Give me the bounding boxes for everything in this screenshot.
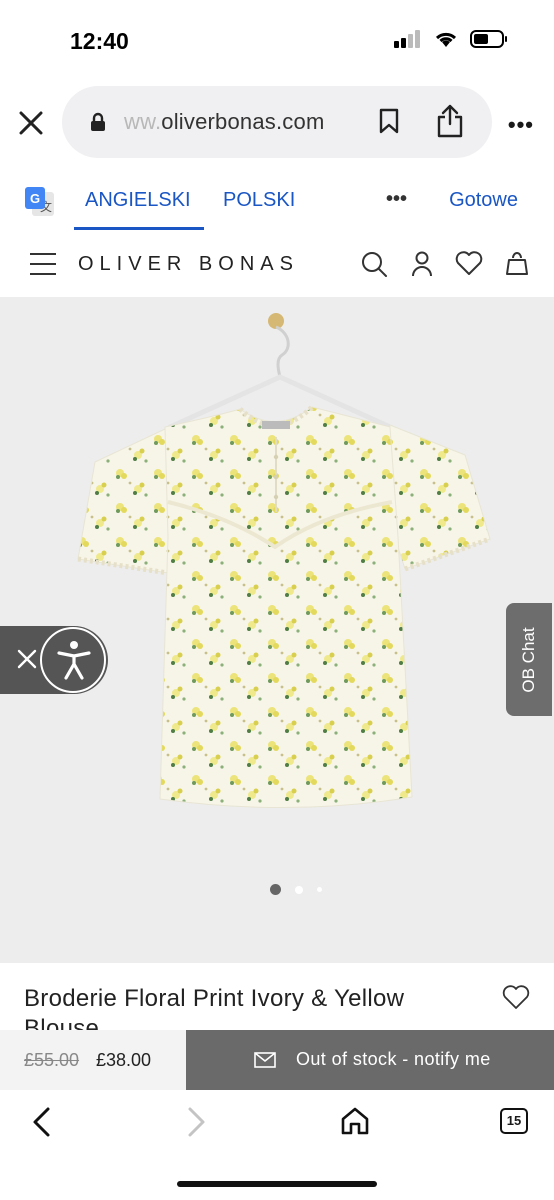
notify-me-label: Out of stock - notify me bbox=[296, 1049, 491, 1069]
account-icon[interactable] bbox=[410, 250, 434, 278]
url-domain: oliverbonas.com bbox=[161, 109, 325, 134]
tab-target-language[interactable]: POLSKI bbox=[223, 189, 295, 212]
translate-done-button[interactable]: Gotowe bbox=[449, 189, 518, 212]
chat-label: OB Chat bbox=[519, 626, 538, 693]
carousel-dot-active[interactable] bbox=[270, 884, 281, 895]
back-icon[interactable] bbox=[30, 1106, 52, 1138]
status-icons bbox=[394, 30, 508, 48]
status-bar: 12:40 bbox=[0, 0, 554, 80]
notify-me-button[interactable]: Out of stock - notify me bbox=[186, 1030, 554, 1090]
lock-icon bbox=[91, 112, 105, 131]
google-translate-icon: 文 G bbox=[25, 187, 54, 216]
close-icon[interactable] bbox=[16, 648, 38, 670]
mail-icon bbox=[254, 1052, 276, 1068]
browser-url-row: ww.oliverbonas.com ••• bbox=[0, 86, 554, 160]
translate-more-button[interactable]: ••• bbox=[386, 188, 407, 211]
search-icon[interactable] bbox=[360, 250, 388, 278]
carousel-dot[interactable] bbox=[295, 885, 303, 894]
status-time: 12:40 bbox=[70, 28, 129, 54]
share-icon[interactable] bbox=[436, 104, 464, 138]
bookmark-icon[interactable] bbox=[378, 108, 400, 134]
carousel-dots bbox=[270, 884, 322, 895]
brand-logo[interactable]: OLIVER BONAS bbox=[78, 253, 299, 276]
battery-icon bbox=[470, 30, 507, 48]
site-header: OLIVER BONAS bbox=[0, 238, 554, 296]
tabs-button[interactable]: 15 bbox=[500, 1108, 528, 1134]
product-title: Broderie Floral Print Ivory & Yellow Blo… bbox=[24, 985, 405, 1030]
browser-toolbar: 15 bbox=[0, 1092, 554, 1200]
menu-icon[interactable] bbox=[30, 253, 56, 283]
original-price: £55.00 bbox=[24, 1050, 80, 1070]
url-text[interactable]: ww.oliverbonas.com bbox=[124, 109, 324, 135]
url-faded: ww. bbox=[124, 109, 162, 134]
address-bar[interactable]: ww.oliverbonas.com bbox=[62, 86, 492, 158]
accessibility-widget[interactable] bbox=[0, 626, 108, 694]
close-icon[interactable] bbox=[18, 110, 44, 136]
tab-source-language[interactable]: ANGIELSKI bbox=[85, 189, 191, 212]
translate-bar: 文 G ANGIELSKI POLSKI ••• Gotowe bbox=[0, 176, 554, 232]
more-menu-button[interactable]: ••• bbox=[508, 112, 534, 138]
accessibility-icon bbox=[57, 641, 91, 680]
bag-icon[interactable] bbox=[505, 250, 529, 276]
carousel-dot[interactable] bbox=[317, 887, 322, 892]
chat-tab[interactable]: OB Chat bbox=[506, 603, 552, 716]
active-tab-indicator bbox=[74, 227, 204, 230]
forward-icon[interactable] bbox=[186, 1106, 208, 1138]
sale-price: £38.00 bbox=[96, 1050, 152, 1070]
home-indicator bbox=[177, 1181, 377, 1187]
svg-text:G: G bbox=[30, 191, 40, 206]
heart-icon[interactable] bbox=[502, 984, 530, 1010]
home-icon[interactable] bbox=[340, 1106, 370, 1136]
signal-icon bbox=[394, 30, 420, 48]
purchase-bar: £55.00 £38.00 Out of stock - notify me bbox=[0, 1030, 554, 1090]
wishlist-icon[interactable] bbox=[455, 250, 483, 276]
wifi-icon bbox=[435, 32, 457, 47]
